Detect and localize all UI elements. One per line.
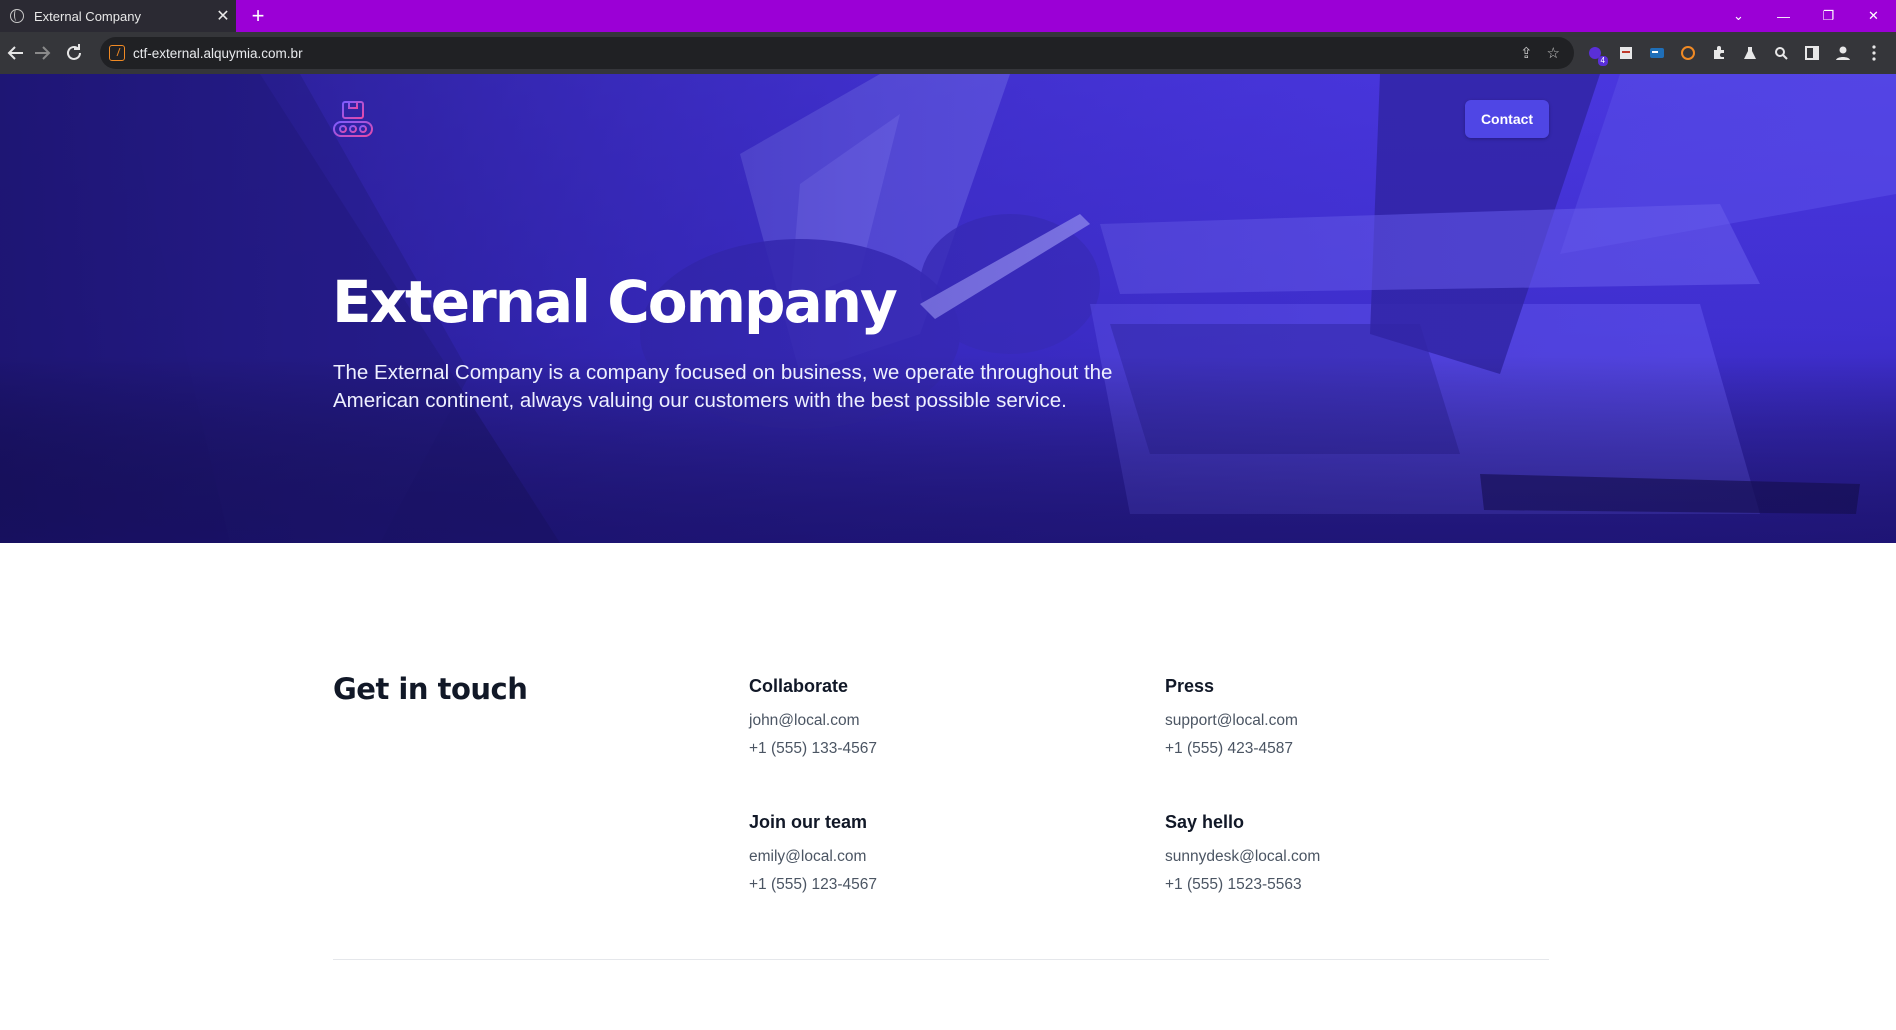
get-in-touch-title: Get in touch [333,672,528,706]
tab-close-icon[interactable]: ✕ [210,6,236,26]
contact-email-link[interactable]: john@local.com [749,707,1109,735]
company-logo-icon[interactable] [333,100,373,140]
contact-card-collaborate: Collaborate john@local.com +1 (555) 133-… [749,676,1109,763]
section-divider [333,959,1549,960]
browser-tab-strip: External Company ✕ + ⌄ — ❐ ✕ [0,0,1896,32]
contact-email-link[interactable]: support@local.com [1165,707,1525,735]
extension-terminal-icon[interactable] [1646,42,1668,64]
hero-section: Contact External Company The External Co… [0,74,1896,543]
side-panel-icon[interactable] [1801,42,1823,64]
tab-title: External Company [34,8,141,24]
extension-shield-icon[interactable]: 4 [1584,42,1608,66]
extensions-area: 4 [1584,41,1885,66]
hero-background-image [0,74,1896,543]
tab-search-icon[interactable]: ⌄ [1716,0,1761,32]
url-text[interactable]: ctf-external.alquymia.com.br [133,46,303,61]
extension-cookie-icon[interactable] [1677,42,1699,64]
hero-subtitle: The External Company is a company focuse… [333,361,1113,412]
site-info-icon[interactable] [109,45,125,61]
contact-card-heading: Join our team [749,812,868,832]
contact-card-heading: Press [1165,676,1215,696]
globe-icon [10,9,24,23]
minimize-button[interactable]: — [1761,0,1806,32]
close-window-button[interactable]: ✕ [1851,0,1896,32]
contact-phone: +1 (555) 133-4567 [749,740,877,757]
contact-card-heading: Collaborate [749,676,849,696]
hero-title: External Company [332,268,898,336]
contact-card-press: Press support@local.com +1 (555) 423-458… [1165,676,1525,763]
back-arrow-icon[interactable] [4,41,28,65]
contact-phone: +1 (555) 1523-5563 [1165,876,1302,893]
browser-tab-active[interactable]: External Company ✕ [0,0,236,32]
new-tab-button[interactable]: + [246,4,270,28]
extension-badge: 4 [1597,56,1608,66]
contact-email-link[interactable]: emily@local.com [749,843,1109,871]
share-icon[interactable]: ⇪ [1520,44,1533,62]
forward-arrow-icon[interactable] [30,41,54,65]
labs-flask-icon[interactable] [1739,42,1761,64]
restore-button[interactable]: ❐ [1806,0,1851,32]
extensions-puzzle-icon[interactable] [1708,42,1730,64]
reload-icon[interactable] [62,41,86,65]
contact-card-heading: Say hello [1165,812,1245,832]
contact-card-say-hello: Say hello sunnydesk@local.com +1 (555) 1… [1165,812,1525,899]
contact-email-link[interactable]: sunnydesk@local.com [1165,843,1525,871]
address-bar[interactable]: ctf-external.alquymia.com.br ⇪ ☆ [100,37,1574,69]
profile-avatar-icon[interactable] [1832,42,1854,64]
bookmark-star-icon[interactable]: ☆ [1547,44,1560,62]
browser-menu-icon[interactable] [1863,42,1885,64]
extension-film-icon[interactable] [1615,42,1637,64]
contact-card-join-team: Join our team emily@local.com +1 (555) 1… [749,812,1109,899]
contact-phone: +1 (555) 123-4567 [749,876,877,893]
contact-phone: +1 (555) 423-4587 [1165,740,1293,757]
window-controls: ⌄ — ❐ ✕ [1716,0,1896,32]
contact-button[interactable]: Contact [1465,100,1549,138]
browser-toolbar: ctf-external.alquymia.com.br ⇪ ☆ 4 [0,32,1896,74]
zoom-search-icon[interactable] [1770,42,1792,64]
